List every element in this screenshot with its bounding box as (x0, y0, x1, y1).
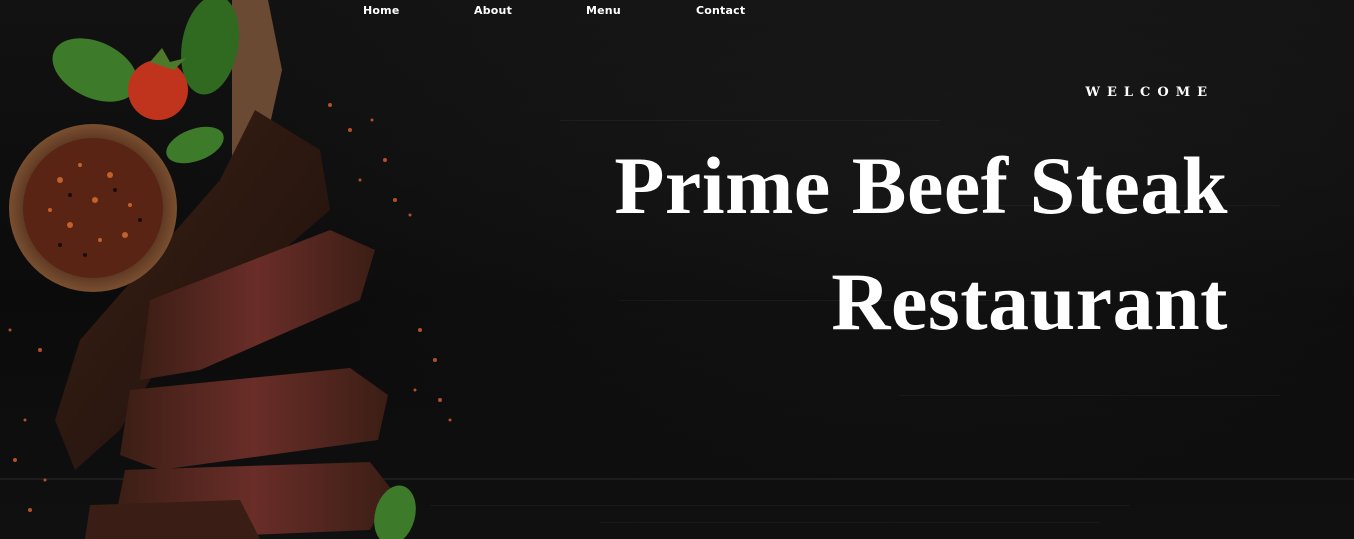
nav-link-about[interactable]: About (474, 4, 512, 17)
steak-slice (120, 368, 388, 470)
tomato (128, 60, 188, 120)
wood-grain (430, 505, 1130, 506)
hero-section: Home About Menu Contact WELCOME Prime Be… (0, 0, 1354, 539)
steak-slice (85, 500, 260, 539)
spice-mix (23, 138, 163, 278)
nav-link-home[interactable]: Home (363, 4, 400, 17)
main-navigation: Home About Menu Contact (0, 2, 1354, 18)
page-title-line-2: Restaurant (831, 256, 1228, 347)
page-title: Prime Beef Steak Restaurant (508, 128, 1228, 360)
page-title-line-1: Prime Beef Steak (614, 140, 1228, 231)
wood-grain (560, 120, 940, 121)
nav-link-contact[interactable]: Contact (696, 4, 745, 17)
basil-leaf (166, 126, 224, 164)
wood-grain (900, 395, 1280, 396)
nav-link-menu[interactable]: Menu (586, 4, 621, 17)
wood-grain (600, 522, 1100, 523)
steak-with-spices-image (8, 0, 452, 539)
welcome-eyebrow: WELCOME (1085, 85, 1214, 100)
